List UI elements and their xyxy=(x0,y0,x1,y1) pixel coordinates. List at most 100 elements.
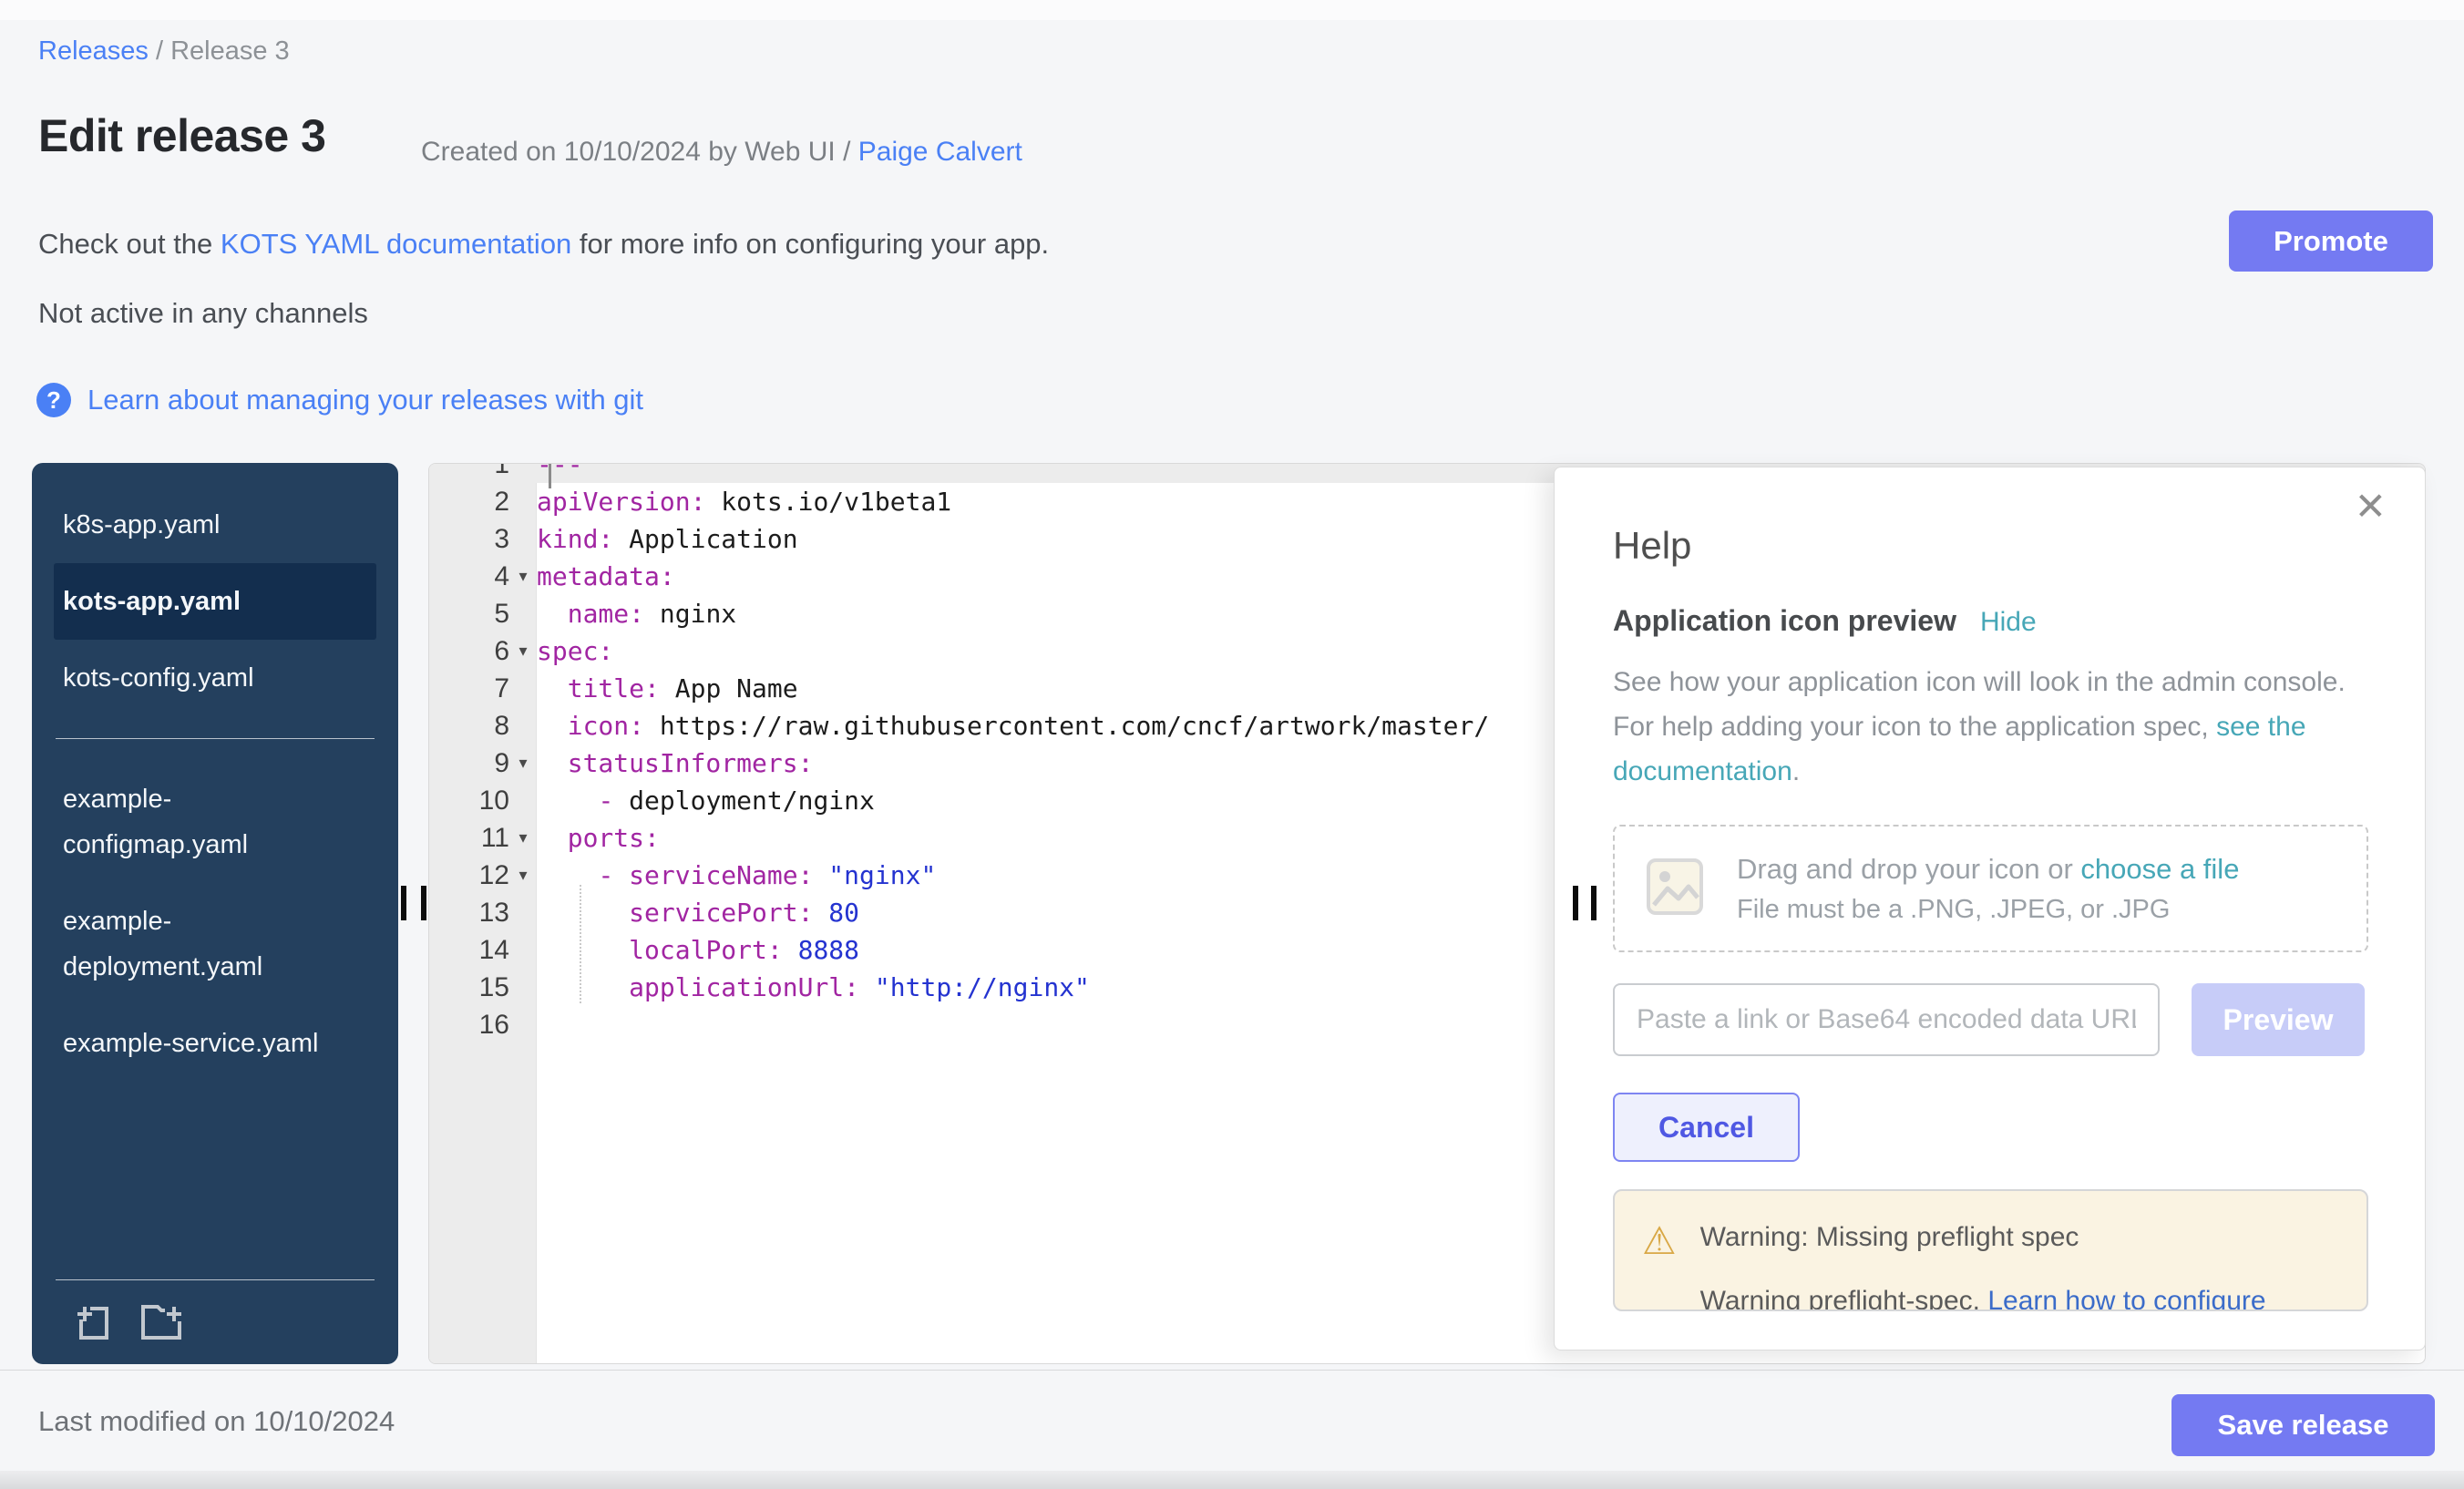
file-name: k8s-app.yaml xyxy=(63,502,336,548)
line-number: 5 xyxy=(429,595,509,632)
kots-yaml-doc-link[interactable]: KOTS YAML documentation xyxy=(221,228,571,260)
last-modified-text: Last modified on 10/10/2024 xyxy=(38,1405,395,1438)
page-title: Edit release 3 xyxy=(38,109,325,162)
text-cursor xyxy=(549,464,551,488)
file-tree-item-example-service.yaml[interactable]: example-service.yaml xyxy=(54,1005,376,1082)
fold-arrow-icon[interactable]: ▾ xyxy=(509,819,537,857)
file-name: example-configmap.yaml xyxy=(63,776,336,868)
fold-spacer xyxy=(509,894,537,931)
code-text: - serviceName: "nginx" xyxy=(537,857,936,894)
file-tree-item-kots-config.yaml[interactable]: kots-config.yaml xyxy=(54,640,376,716)
fold-spacer xyxy=(509,670,537,707)
doc-pre-text: Check out the xyxy=(38,228,221,260)
sidebar-resize-handle-bar-1[interactable] xyxy=(401,886,406,920)
sidebar-actions xyxy=(72,1301,185,1348)
file-tree-item-kots-app.yaml[interactable]: kots-app.yaml xyxy=(54,563,376,640)
image-placeholder-icon xyxy=(1646,857,1704,920)
breadcrumb-separator: / xyxy=(149,36,170,66)
line-number: 7 xyxy=(429,670,509,707)
close-icon[interactable]: ✕ xyxy=(2355,488,2387,526)
icon-dropzone[interactable]: Drag and drop your icon or choose a file… xyxy=(1613,825,2368,952)
window-top-strip xyxy=(0,0,2464,20)
line-number: 3 xyxy=(429,520,509,558)
footer-divider xyxy=(0,1370,2464,1371)
code-text: kind: Application xyxy=(537,520,798,558)
channel-status: Not active in any channels xyxy=(38,297,368,330)
code-text: --- xyxy=(537,463,583,483)
fold-arrow-icon[interactable]: ▾ xyxy=(509,744,537,782)
line-number: 2 xyxy=(429,483,509,520)
line-number: 15 xyxy=(429,969,509,1006)
sidebar-resize-handle-bar-2[interactable] xyxy=(421,886,426,920)
code-text: metadata: xyxy=(537,558,675,595)
add-folder-icon[interactable] xyxy=(138,1301,185,1348)
fold-spacer xyxy=(509,782,537,819)
fold-spacer xyxy=(509,483,537,520)
code-text: statusInformers: xyxy=(537,744,813,782)
code-text: icon: https://raw.githubusercontent.com/… xyxy=(537,707,1489,744)
file-name: kots-config.yaml xyxy=(63,655,336,701)
preview-button[interactable]: Preview xyxy=(2192,983,2365,1056)
help-panel-title: Help xyxy=(1613,524,2366,568)
help-panel-resize-handle-bar-1[interactable] xyxy=(1573,886,1578,920)
fold-spacer xyxy=(509,707,537,744)
fold-spacer xyxy=(509,463,537,483)
line-number: 9 xyxy=(429,744,509,782)
hide-link[interactable]: Hide xyxy=(1980,607,2037,638)
icon-url-input[interactable] xyxy=(1613,983,2160,1056)
promote-button[interactable]: Promote xyxy=(2229,211,2433,272)
breadcrumb: Releases / Release 3 xyxy=(38,36,290,67)
fold-spacer xyxy=(509,595,537,632)
warning-triangle-icon: ⚠ xyxy=(1642,1222,1677,1309)
fold-spacer xyxy=(509,931,537,969)
sidebar-bottom-divider xyxy=(56,1279,375,1280)
dropzone-hint: File must be a .PNG, .JPEG, or .JPG xyxy=(1737,895,2239,925)
fold-spacer xyxy=(509,1006,537,1043)
code-text: spec: xyxy=(537,632,613,670)
question-mark-icon: ? xyxy=(36,383,71,417)
fold-spacer xyxy=(509,969,537,1006)
breadcrumb-current: Release 3 xyxy=(170,36,290,66)
doc-post-text: for more info on configuring your app. xyxy=(571,228,1049,260)
line-number: 13 xyxy=(429,894,509,931)
file-name: example-deployment.yaml xyxy=(63,899,336,990)
help-panel: ✕ Help Application icon preview Hide See… xyxy=(1554,467,2426,1350)
file-list: k8s-app.yaml kots-app.yaml kots-config.yam… xyxy=(32,463,398,1082)
save-release-button[interactable]: Save release xyxy=(2171,1394,2435,1456)
code-text: - deployment/nginx xyxy=(537,782,875,819)
breadcrumb-releases-link[interactable]: Releases xyxy=(38,36,149,66)
window-bottom-strip xyxy=(0,1471,2464,1489)
fold-arrow-icon[interactable]: ▾ xyxy=(509,558,537,595)
fold-arrow-icon[interactable]: ▾ xyxy=(509,632,537,670)
code-text: apiVersion: kots.io/v1beta1 xyxy=(537,483,951,520)
warning-text: Warning preflight-spec. xyxy=(1700,1286,1988,1311)
file-tree-item-example-configmap.yaml[interactable]: example-configmap.yaml xyxy=(54,761,376,883)
line-number: 4 xyxy=(429,558,509,595)
icon-preview-heading: Application icon preview xyxy=(1613,604,1956,638)
choose-file-link[interactable]: choose a file xyxy=(2080,853,2239,885)
learn-configure-link[interactable]: Learn how to configure xyxy=(1987,1286,2265,1311)
file-list-divider xyxy=(56,738,375,739)
dropzone-text: Drag and drop your icon or xyxy=(1737,853,2080,885)
author-link[interactable]: Paige Calvert xyxy=(858,137,1022,167)
line-number: 12 xyxy=(429,857,509,894)
file-name: example-service.yaml xyxy=(63,1021,336,1066)
git-help-link[interactable]: Learn about managing your releases with … xyxy=(87,384,643,416)
description-period: . xyxy=(1792,756,1800,786)
fold-arrow-icon[interactable]: ▾ xyxy=(509,857,537,894)
cancel-button[interactable]: Cancel xyxy=(1613,1093,1800,1162)
created-text: Created on 10/10/2024 by Web UI / xyxy=(421,137,858,167)
line-number: 8 xyxy=(429,707,509,744)
file-tree-item-k8s-app.yaml[interactable]: k8s-app.yaml xyxy=(54,487,376,563)
file-tree-item-example-deployment.yaml[interactable]: example-deployment.yaml xyxy=(54,883,376,1005)
line-number: 6 xyxy=(429,632,509,670)
add-file-icon[interactable] xyxy=(72,1301,114,1348)
help-panel-resize-handle-bar-2[interactable] xyxy=(1591,886,1596,920)
code-text: name: nginx xyxy=(537,595,736,632)
code-text: localPort: 8888 xyxy=(537,931,859,969)
icon-preview-description: See how your application icon will look … xyxy=(1613,660,2360,794)
code-text: servicePort: 80 xyxy=(537,894,859,931)
warning-title: Warning: Missing preflight spec xyxy=(1700,1222,2266,1253)
file-name: kots-app.yaml xyxy=(63,579,336,624)
code-text: applicationUrl: "http://nginx" xyxy=(537,969,1090,1006)
